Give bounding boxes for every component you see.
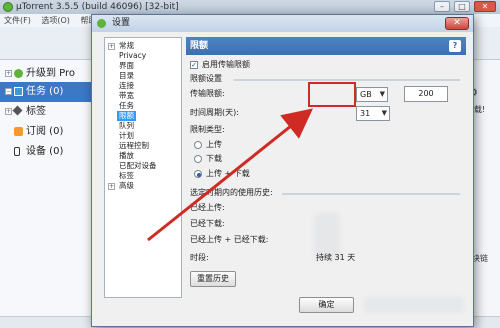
sidebar-item-label: 升级到 Pro xyxy=(26,68,76,79)
dialog-title-bar: 设置 ✕ xyxy=(92,15,473,32)
panel-title: 限额 xyxy=(190,41,209,51)
tree-item-advanced[interactable]: 高级 xyxy=(119,181,134,191)
section-label: 限额设置 xyxy=(190,74,222,83)
tree-item-bandwidth[interactable]: 带宽 xyxy=(119,91,134,101)
up-down-label: 已经上传 + 已经下载: xyxy=(190,235,269,244)
period-select[interactable]: 31 ▼ xyxy=(356,106,390,121)
tree-item-playback[interactable]: 播放 xyxy=(119,151,134,161)
cap-type-upload-radio[interactable] xyxy=(194,141,202,149)
tree-item-queue[interactable]: 队列 xyxy=(119,121,134,131)
chevron-down-icon: ▼ xyxy=(381,109,387,117)
expand-icon[interactable]: + xyxy=(108,43,115,50)
utorrent-logo-icon xyxy=(3,2,13,12)
cap-type-download-label: 下载 xyxy=(206,154,222,163)
window-controls: – □ ✕ xyxy=(434,1,496,12)
period-value: 31 xyxy=(360,109,371,118)
ok-button[interactable]: 确定 xyxy=(299,297,354,313)
tree-item-interface[interactable]: 界面 xyxy=(119,61,134,71)
cap-amount-label: 传输限额: xyxy=(190,89,225,98)
sidebar-item-label: 任务 (0) xyxy=(26,86,64,97)
expand-icon[interactable]: + xyxy=(108,183,115,190)
cap-type-both-radio[interactable] xyxy=(194,170,202,178)
enable-cap-label: 启用传输限额 xyxy=(202,60,250,69)
section-divider xyxy=(234,79,460,81)
cap-type-both-label: 上传 + 下载 xyxy=(206,169,250,178)
menu-file[interactable]: 文件(F) xyxy=(4,16,31,25)
tree-item-connection[interactable]: 连接 xyxy=(119,81,134,91)
rss-icon xyxy=(14,127,23,136)
downloaded-label: 已经下载: xyxy=(190,219,225,228)
upgrade-icon xyxy=(14,69,23,78)
history-title: 选定时期内的使用历史: xyxy=(190,188,273,197)
cap-type-label: 限制类型: xyxy=(190,125,225,134)
sidebar-item-devices[interactable]: 设备 (0) xyxy=(0,142,96,162)
tree-item-paired-devices[interactable]: 已配对设备 xyxy=(119,161,157,171)
utorrent-logo-icon xyxy=(97,19,106,28)
sidebar-item-label: 订阅 (0) xyxy=(26,126,64,137)
main-title-bar: µTorrent 3.5.5 (build 46096) [32-bit] – … xyxy=(0,0,500,14)
tree-item-directories[interactable]: 目录 xyxy=(119,71,134,81)
chevron-down-icon: ▼ xyxy=(379,90,385,98)
sidebar-item-label: 标签 xyxy=(26,106,46,117)
sidebar-item-rss[interactable]: 订阅 (0) xyxy=(0,122,96,142)
minimize-button[interactable]: – xyxy=(434,1,450,12)
tree-item-transfer-cap[interactable]: 限额 xyxy=(117,111,136,121)
period-text-value: 持续 31 天 xyxy=(316,253,356,262)
period-label: 时间周期(天): xyxy=(190,108,239,117)
tree-item-general[interactable]: 常规 xyxy=(119,41,134,51)
uploaded-label: 已经上传: xyxy=(190,203,225,212)
settings-category-tree: + 常规 Privacy 界面 目录 连接 带宽 任务 限额 队列 计划 远程控… xyxy=(104,37,182,298)
tree-item-labels[interactable]: 标签 xyxy=(119,171,134,181)
period-text-label: 时段: xyxy=(190,253,209,262)
panel-header: 限额 ? xyxy=(186,37,466,55)
sidebar-item-tags[interactable]: + 标签 xyxy=(0,102,96,122)
annotation-highlight-box xyxy=(308,82,356,107)
expand-icon[interactable]: + xyxy=(5,108,12,115)
menu-options[interactable]: 选项(O) xyxy=(41,16,70,25)
cap-type-upload-label: 上传 xyxy=(206,140,222,149)
main-close-button[interactable]: ✕ xyxy=(474,1,496,12)
transfer-cap-panel: 限额 ? ✓ 启用传输限额 限额设置 传输限额: 200 时间周期(天): 限制… xyxy=(186,37,466,298)
tree-item-scheduler[interactable]: 计划 xyxy=(119,131,134,141)
tree-item-tasks[interactable]: 任务 xyxy=(119,101,134,111)
reset-history-button[interactable]: 重置历史 xyxy=(190,271,236,287)
settings-dialog: 设置 ✕ + 常规 Privacy 界面 目录 连接 带宽 任务 限额 队列 计… xyxy=(91,14,474,327)
main-window-title: µTorrent 3.5.5 (build 46096) [32-bit] xyxy=(16,2,179,12)
dialog-close-button[interactable]: ✕ xyxy=(445,17,469,30)
task-icon xyxy=(14,87,23,96)
main-sidebar: + 升级到 Pro − 任务 (0) + 标签 订阅 (0) 设备 (0) xyxy=(0,60,96,322)
tag-icon xyxy=(12,105,23,116)
cap-amount-input[interactable]: 200 xyxy=(404,86,448,102)
sidebar-item-tasks[interactable]: − 任务 (0) xyxy=(0,82,96,102)
cap-unit-value: GB xyxy=(360,90,372,99)
sidebar-item-upgrade[interactable]: + 升级到 Pro xyxy=(0,64,96,84)
enable-cap-checkbox[interactable]: ✓ xyxy=(190,61,198,69)
help-icon[interactable]: ? xyxy=(449,40,461,52)
collapse-icon[interactable]: − xyxy=(5,88,12,95)
cap-type-download-radio[interactable] xyxy=(194,155,202,163)
cap-unit-select[interactable]: GB ▼ xyxy=(356,87,388,102)
tree-item-privacy[interactable]: Privacy xyxy=(119,51,146,61)
maximize-button[interactable]: □ xyxy=(454,1,470,12)
dialog-title: 设置 xyxy=(112,18,131,28)
tree-item-remote[interactable]: 远程控制 xyxy=(119,141,149,151)
sidebar-item-label: 设备 (0) xyxy=(26,146,64,157)
blurred-buttons xyxy=(364,297,464,313)
expand-icon[interactable]: + xyxy=(5,70,12,77)
device-icon xyxy=(14,147,20,156)
history-divider xyxy=(282,193,460,195)
